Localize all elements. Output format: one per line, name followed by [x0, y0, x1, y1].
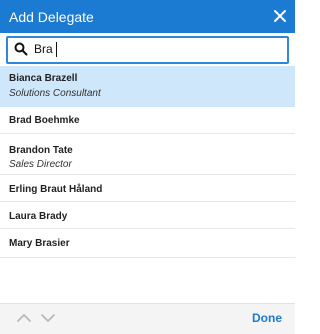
- item-name: Brad Boehmke: [9, 115, 80, 126]
- chevron-up-icon: [17, 314, 31, 322]
- item-name: Bianca Brazell: [9, 73, 78, 84]
- search-icon: [14, 42, 28, 56]
- done-button[interactable]: Done: [252, 311, 282, 325]
- list-item[interactable]: Laura Brady: [0, 202, 295, 229]
- list-item[interactable]: Mary Brasier: [0, 229, 295, 258]
- dialog-footer: Done: [0, 303, 295, 334]
- chevron-down-icon: [41, 314, 55, 322]
- item-name: Laura Brady: [9, 211, 68, 222]
- item-title: Sales Director: [9, 159, 72, 170]
- search-field[interactable]: [6, 36, 289, 64]
- item-title: Solutions Consultant: [9, 88, 101, 99]
- dialog-title: Add Delegate: [9, 9, 94, 25]
- close-icon: [274, 10, 286, 22]
- list-item[interactable]: Brad Boehmke: [0, 107, 295, 134]
- list-item[interactable]: Brandon Tate Sales Director: [0, 134, 295, 175]
- close-button[interactable]: [271, 7, 289, 25]
- item-name: Erling Braut Håland: [9, 184, 103, 195]
- list-item[interactable]: Bianca Brazell Solutions Consultant: [0, 66, 295, 107]
- add-delegate-dialog: Add Delegate Bianca Brazell Solutions Co…: [0, 0, 295, 334]
- previous-button[interactable]: [16, 311, 32, 325]
- list-item[interactable]: Erling Braut Håland: [0, 175, 295, 202]
- item-name: Brandon Tate: [9, 145, 73, 156]
- search-area: [0, 33, 295, 64]
- item-name: Mary Brasier: [9, 238, 70, 249]
- next-button[interactable]: [40, 311, 56, 325]
- dialog-header: Add Delegate: [0, 0, 295, 33]
- search-input[interactable]: [34, 40, 274, 58]
- text-caret: [56, 42, 57, 57]
